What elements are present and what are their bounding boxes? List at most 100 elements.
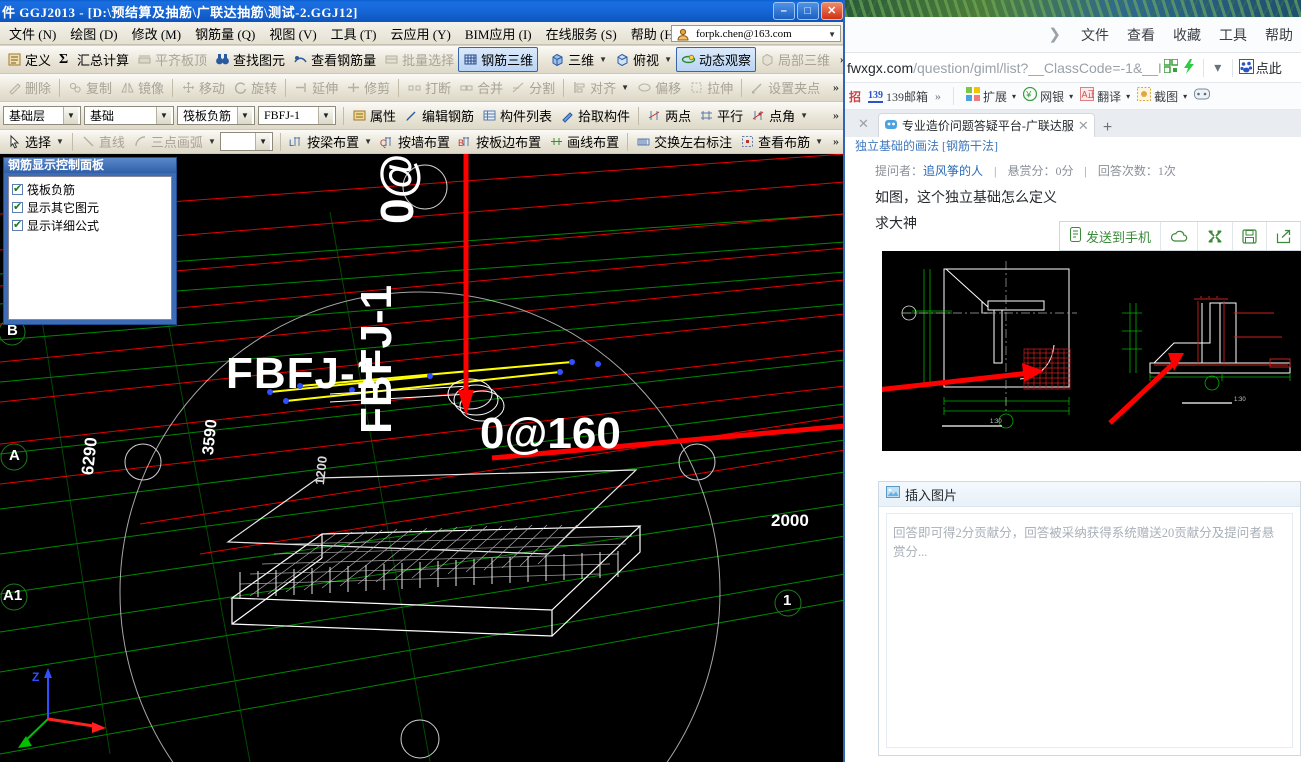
dynamic-orbit-button[interactable]: 动态观察: [675, 47, 756, 72]
user-account-box[interactable]: forpk.chen@163.com ▼: [671, 25, 841, 42]
lightning-icon[interactable]: [1180, 58, 1198, 77]
edit-rebar-button[interactable]: 编辑钢筋: [400, 104, 478, 127]
empty-combo[interactable]: ▼: [219, 132, 274, 151]
point-angle-button[interactable]: 点角 ▼: [747, 104, 812, 127]
chevron-down-icon[interactable]: ▼: [255, 133, 271, 150]
save-button[interactable]: [1233, 222, 1267, 250]
chevron-down-icon[interactable]: ▼: [156, 107, 171, 124]
member-type-combo[interactable]: 筏板负筋 ▼: [177, 106, 255, 125]
properties-button[interactable]: 属性: [348, 104, 400, 127]
rebar-3d-button[interactable]: 钢筋三维: [458, 47, 539, 72]
tab-scroll-close-icon[interactable]: ✕: [849, 116, 878, 137]
send-to-phone-button[interactable]: 发送到手机: [1060, 222, 1161, 250]
bookmark-item-0[interactable]: 招: [849, 88, 861, 105]
browser-menu-view[interactable]: 查看: [1127, 25, 1155, 45]
browser-menu-favorites[interactable]: 收藏: [1173, 25, 1201, 45]
top-view-button[interactable]: 俯视 ▼: [611, 48, 676, 71]
menu-item-rebar-qty[interactable]: 钢筋量 (Q): [188, 22, 262, 45]
member-name-combo[interactable]: FBFJ-1 ▼: [258, 106, 336, 125]
chevron-down-icon[interactable]: ▼: [597, 55, 607, 64]
menu-item-tools[interactable]: 工具 (T): [324, 22, 384, 45]
view-rebar-qty-button[interactable]: 查看钢筋量: [289, 48, 380, 71]
menu-item-draw[interactable]: 绘图 (D): [63, 22, 124, 45]
bookmark-item-139mail[interactable]: 139 139邮箱: [868, 88, 928, 105]
checkbox-show-other-elements[interactable]: [12, 200, 23, 213]
browser-menu-help[interactable]: 帮助: [1265, 25, 1293, 45]
ext-button-translate[interactable]: A正 翻译 ▾: [1080, 87, 1130, 105]
ext-button-bank[interactable]: ¥ 网银 ▾: [1022, 86, 1073, 105]
member-list-button[interactable]: 构件列表: [478, 104, 556, 127]
checkbox-fbfj[interactable]: [12, 182, 23, 195]
answer-textarea[interactable]: 回答即可得2分贡献分，回答被采纳获得系统赠送20贡献分及提问者悬赏分...: [886, 513, 1293, 748]
view-3d-button[interactable]: 三维 ▼: [546, 48, 611, 71]
menu-item-online-service[interactable]: 在线服务 (S): [539, 22, 624, 45]
layout-by-wall-button[interactable]: Q 按墙布置: [376, 130, 454, 153]
question-attachment-image[interactable]: 1:30 1:30: [867, 251, 1301, 451]
insert-image-label[interactable]: 插入图片: [905, 485, 957, 504]
new-tab-button[interactable]: +: [1095, 119, 1120, 137]
chevron-down-icon[interactable]: ▾: [1181, 92, 1187, 101]
fullscreen-button[interactable]: [1198, 222, 1233, 250]
maximize-button[interactable]: □: [797, 2, 819, 20]
chevron-down-icon[interactable]: ▾: [1067, 92, 1073, 101]
rebar-panel-item-0[interactable]: 筏板负筋: [12, 181, 168, 198]
url-right-label[interactable]: 点此: [1256, 58, 1282, 77]
share-button[interactable]: [1267, 222, 1301, 250]
find-element-button[interactable]: 查找图元: [211, 48, 289, 71]
chevron-down-icon[interactable]: ▼: [63, 107, 78, 124]
category-combo[interactable]: 基础 ▼: [84, 106, 174, 125]
floor-combo[interactable]: 基础层 ▼: [3, 106, 81, 125]
menu-item-bim[interactable]: BIM应用 (I): [458, 22, 539, 45]
chevron-right-icon[interactable]: ❯: [1048, 25, 1061, 44]
two-point-button[interactable]: 两点: [643, 104, 695, 127]
rebar-panel-item-1[interactable]: 显示其它图元: [12, 199, 168, 216]
parallel-button[interactable]: 平行: [695, 104, 747, 127]
answer-editor[interactable]: 插入图片 回答即可得2分贡献分，回答被采纳获得系统赠送20贡献分及提问者悬赏分.…: [878, 481, 1301, 756]
chevron-down-icon[interactable]: ▼: [826, 30, 836, 39]
browser-menu-tools[interactable]: 工具: [1219, 25, 1247, 45]
chevron-down-icon[interactable]: ▼: [662, 55, 672, 64]
image-icon[interactable]: [886, 486, 900, 502]
ext-button-game[interactable]: [1194, 88, 1211, 104]
cad-viewport[interactable]: B A A1 1 6290 3590 1200 2000 FBFJ-1 FBFJ…: [0, 154, 845, 762]
tab-close-icon[interactable]: ✕: [1078, 118, 1089, 134]
menu-item-cloud[interactable]: 云应用 (Y): [384, 22, 458, 45]
checkbox-show-detailed-formula[interactable]: [12, 218, 23, 231]
layout-by-beam-button[interactable]: L 按梁布置 ▼: [285, 130, 376, 153]
chevron-down-icon[interactable]: ▼: [237, 107, 252, 124]
ext-button-screenshot[interactable]: 截图 ▾: [1137, 87, 1187, 105]
select-tool-button[interactable]: 选择 ▼: [3, 130, 68, 153]
summary-calc-button[interactable]: Σ 汇总计算: [55, 48, 133, 71]
question-title-link[interactable]: 独立基础的画法 [钢筋干法]: [855, 137, 998, 154]
menu-item-modify[interactable]: 修改 (M): [125, 22, 188, 45]
rebar-panel-item-2[interactable]: 显示详细公式: [12, 217, 168, 234]
chevron-down-icon[interactable]: ▾: [1209, 59, 1227, 76]
chevron-down-icon[interactable]: ▾: [1010, 92, 1016, 101]
window-controls[interactable]: – □ ✕: [773, 2, 843, 20]
baidu-icon[interactable]: [1238, 58, 1256, 77]
browser-menu-file[interactable]: 文件: [1081, 25, 1109, 45]
layout-by-slab-edge-button[interactable]: B 按板边布置: [454, 130, 545, 153]
cloud-button[interactable]: [1161, 222, 1198, 250]
chevron-down-icon[interactable]: ▼: [362, 137, 372, 146]
address-bar[interactable]: fwxgx.com /question/giml/list?__ClassCod…: [845, 53, 1301, 83]
menu-item-file[interactable]: 文件 (N): [2, 22, 63, 45]
define-button[interactable]: 定义: [3, 48, 55, 71]
minimize-button[interactable]: –: [773, 2, 795, 20]
chevron-down-icon[interactable]: ▼: [798, 111, 808, 120]
qrcode-icon[interactable]: [1162, 58, 1180, 76]
swap-annotation-button[interactable]: 交换左右标注: [632, 130, 736, 153]
chevron-down-icon[interactable]: ▼: [318, 107, 333, 124]
rebar-display-control-panel[interactable]: 钢筋显示控制面板 筏板负筋 显示其它图元 显示详细公式: [3, 157, 177, 325]
chevron-down-icon[interactable]: ▼: [813, 137, 823, 146]
close-button[interactable]: ✕: [821, 2, 843, 20]
layout-by-line-button[interactable]: 画线布置: [545, 130, 623, 153]
pick-member-button[interactable]: 拾取构件: [556, 104, 634, 127]
asker-name[interactable]: 追风筝的人: [923, 164, 983, 178]
chevron-down-icon[interactable]: ▼: [54, 137, 64, 146]
menu-item-view[interactable]: 视图 (V): [262, 22, 323, 45]
chevron-down-icon[interactable]: ▾: [1124, 92, 1130, 101]
tab-active[interactable]: 专业造价问题答疑平台-广联达服 ✕: [877, 113, 1095, 137]
view-rebar-layout-button[interactable]: 查看布筋 ▼: [736, 130, 827, 153]
more-bookmarks-button[interactable]: »: [935, 89, 941, 104]
